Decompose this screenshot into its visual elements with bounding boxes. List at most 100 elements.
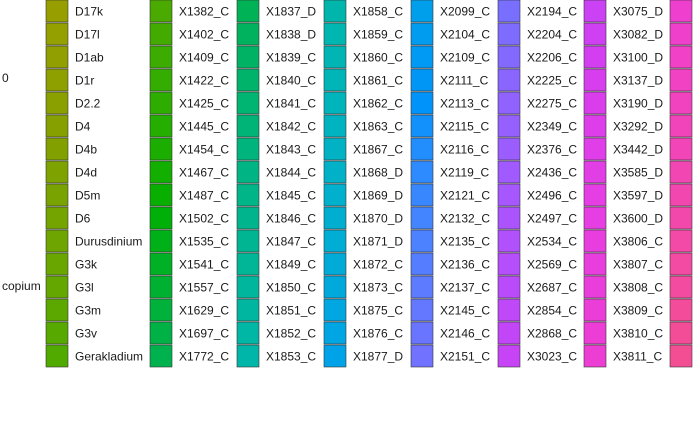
legend-key — [236, 91, 260, 115]
legend-key — [669, 137, 693, 161]
legend-key — [410, 45, 434, 69]
legend-label: X2854_C — [527, 304, 577, 318]
legend-label: X1445_C — [179, 120, 229, 134]
legend-key — [669, 45, 693, 69]
legend-key — [497, 91, 521, 115]
legend-column-5: X2099_C X2104_C X2109_C X2111_C X2113_C X2115… — [410, 0, 490, 368]
legend-key — [497, 45, 521, 69]
legend-label: X2496_C — [527, 189, 577, 203]
legend-key — [410, 22, 434, 46]
legend-label: G3k — [75, 258, 98, 272]
legend-label: X2115_C — [440, 120, 489, 134]
legend-key — [236, 183, 260, 207]
legend-label: G3l — [75, 281, 94, 295]
legend-key — [149, 206, 173, 230]
legend-key — [583, 0, 607, 23]
legend-label: X2204_C — [527, 28, 577, 42]
legend-key — [45, 183, 69, 207]
legend-label: X1839_C — [266, 51, 316, 65]
legend-label: G3m — [75, 304, 101, 318]
legend-key — [149, 275, 173, 299]
legend-key — [410, 229, 434, 253]
legend-key — [669, 298, 693, 322]
legend-key — [45, 321, 69, 345]
legend-label: X3600_D — [613, 212, 663, 226]
legend-svg: 0 copium D17kD17lD1abD1rD2.2D4D4bD4dD5mD… — [2, 0, 693, 368]
legend-key — [669, 0, 693, 23]
legend-column-4: X1858_C X1859_C X1860_C X1861_C X1862_C X1863… — [323, 0, 403, 368]
legend-label: Durusdinium — [75, 235, 142, 249]
legend-label: X1772_C — [179, 350, 229, 364]
legend-key — [149, 252, 173, 276]
legend-label: X1869_D — [353, 189, 403, 203]
legend-key — [323, 68, 347, 92]
legend-key — [149, 183, 173, 207]
legend-label: X1557_C — [179, 281, 229, 295]
legend-key — [583, 22, 607, 46]
legend-label: X1837_D — [266, 5, 316, 19]
legend-label: X1422_C — [179, 74, 229, 88]
legend-key — [583, 229, 607, 253]
legend-label: X1846_C — [266, 212, 316, 226]
legend-label: X1875_C — [353, 304, 403, 318]
legend-key — [497, 68, 521, 92]
legend-label: X1863_C — [353, 120, 403, 134]
legend-key — [323, 275, 347, 299]
legend-key — [583, 45, 607, 69]
legend-label: D1ab — [75, 51, 104, 65]
legend-key — [410, 183, 434, 207]
legend-key — [583, 114, 607, 138]
legend-key — [323, 298, 347, 322]
legend-key — [236, 321, 260, 345]
legend-key — [323, 344, 347, 368]
legend-key — [149, 91, 173, 115]
legend-key — [583, 183, 607, 207]
legend-label: X1849_C — [266, 258, 316, 272]
legend-key — [149, 45, 173, 69]
legend-key — [497, 0, 521, 23]
legend-label: D5m — [75, 189, 100, 203]
legend-key — [149, 68, 173, 92]
legend-label: X1402_C — [179, 28, 229, 42]
legend-label: X2145_C — [440, 304, 490, 318]
legend-label: X1853_C — [266, 350, 316, 364]
legend-label: X2099_C — [440, 5, 490, 19]
legend-column-2: X1382_C X1402_C X1409_C X1422_C X1425_C X1445… — [149, 0, 229, 368]
legend-label: X1842_C — [266, 120, 316, 134]
legend-key — [149, 160, 173, 184]
legend-label: X2146_C — [440, 327, 490, 341]
legend-key — [45, 275, 69, 299]
legend-label: X3808_C — [613, 281, 663, 295]
legend-column-3: X1837_D X1838_D X1839_C X1840_C X1841_C X1842… — [236, 0, 316, 368]
legend-key — [323, 183, 347, 207]
legend-label: X1877_D — [353, 350, 403, 364]
legend-label: X1697_C — [179, 327, 229, 341]
legend-label: X1850_C — [266, 281, 316, 295]
legend-label: X2109_C — [440, 51, 490, 65]
legend-key — [669, 344, 693, 368]
legend-key — [149, 298, 173, 322]
legend-key — [410, 137, 434, 161]
legend-label: X2497_C — [527, 212, 577, 226]
legend-label: Gerakladium — [75, 350, 143, 364]
legend-key — [669, 91, 693, 115]
legend-label: X1841_C — [266, 97, 316, 111]
legend-label: X2104_C — [440, 28, 490, 42]
legend-key — [583, 68, 607, 92]
legend-key — [45, 45, 69, 69]
legend-key — [45, 344, 69, 368]
legend-label: X2225_C — [527, 74, 577, 88]
legend-key — [497, 252, 521, 276]
legend-key — [497, 22, 521, 46]
legend-label: X1843_C — [266, 143, 316, 157]
legend-label: X2119_C — [440, 166, 489, 180]
legend-key — [583, 91, 607, 115]
legend-key — [410, 321, 434, 345]
legend-label: X3075_D — [613, 5, 663, 19]
legend-key — [669, 68, 693, 92]
legend-key — [323, 229, 347, 253]
legend-key — [236, 275, 260, 299]
legend-label: D6 — [75, 212, 91, 226]
legend-label: D17l — [75, 28, 100, 42]
legend-key — [45, 252, 69, 276]
